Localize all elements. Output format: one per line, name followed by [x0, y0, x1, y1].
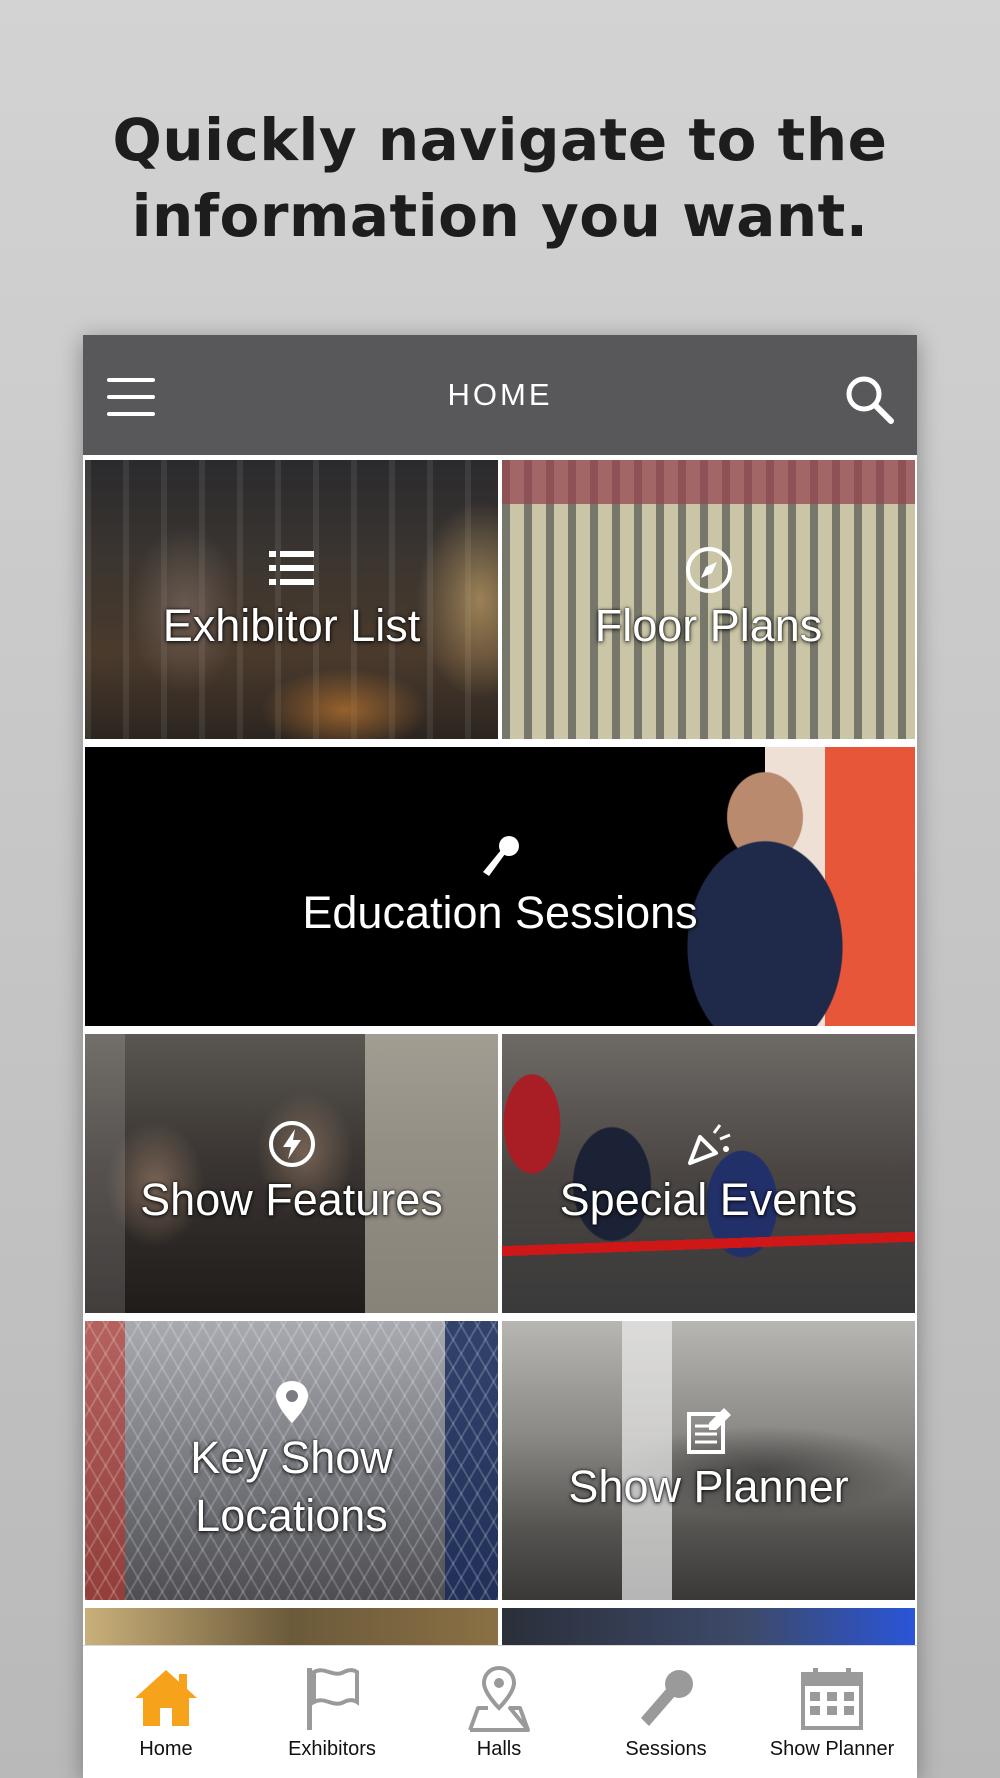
tab-sessions[interactable]: Sessions — [583, 1646, 749, 1778]
tile-show-planner[interactable]: Show Planner — [502, 1321, 915, 1600]
search-icon[interactable] — [843, 373, 895, 425]
home-tile-grid: Exhibitor List Floor Plans Education Ses… — [83, 455, 917, 1778]
lightning-icon — [268, 1120, 315, 1167]
list-icon — [268, 550, 314, 585]
headline-line-1: Quickly navigate to the — [112, 106, 888, 174]
headline-line-2: information you want. — [131, 182, 869, 250]
compass-icon — [685, 546, 732, 593]
calendar-icon — [801, 1668, 863, 1730]
tile-label: Education Sessions — [302, 886, 698, 938]
tile-show-features[interactable]: Show Features — [85, 1034, 498, 1313]
phone-screen: HOME Exhibitor List Floor Plans Educatio… — [83, 335, 917, 1778]
tile-education-sessions[interactable]: Education Sessions — [85, 747, 915, 1026]
headline: Quickly navigate to the information you … — [0, 102, 1000, 254]
tab-home[interactable]: Home — [83, 1646, 249, 1778]
tile-label: Show Features — [140, 1173, 443, 1225]
partial-photo — [502, 1608, 915, 1648]
party-popper-icon — [687, 1123, 731, 1165]
microphone-icon — [641, 1670, 693, 1726]
tile-exhibitor-list[interactable]: Exhibitor List — [85, 460, 498, 739]
partial-photo — [85, 1608, 498, 1648]
tile-special-events[interactable]: Special Events — [502, 1034, 915, 1313]
tile-partial-right[interactable] — [502, 1608, 915, 1648]
tile-label: Floor Plans — [594, 599, 823, 651]
tile-key-show-locations[interactable]: Key Show Locations — [85, 1321, 498, 1600]
tab-label: Exhibitors — [288, 1738, 376, 1760]
map-pin-icon — [275, 1380, 308, 1423]
flag-icon — [307, 1668, 359, 1730]
bottom-tab-bar: Home Exhibitors Halls Sessions Show Plan… — [83, 1645, 917, 1778]
tab-label: Show Planner — [769, 1738, 895, 1760]
microphone-icon — [483, 835, 519, 876]
page-title: HOME — [447, 377, 553, 412]
hamburger-menu-icon[interactable] — [107, 378, 157, 416]
notepad-icon — [686, 1407, 731, 1454]
tile-partial-left[interactable] — [85, 1608, 498, 1648]
app-bar: HOME — [83, 335, 917, 455]
map-marker-icon — [468, 1665, 530, 1732]
tile-floor-plans[interactable]: Floor Plans — [502, 460, 915, 739]
tile-label: Show Planner — [568, 1460, 849, 1512]
tab-label: Halls — [476, 1738, 522, 1760]
home-icon — [135, 1670, 197, 1726]
tile-label: Special Events — [559, 1173, 858, 1225]
tab-label: Sessions — [625, 1738, 707, 1760]
tab-halls[interactable]: Halls — [416, 1646, 582, 1778]
tile-label: Key Show Locations — [190, 1431, 393, 1541]
tab-exhibitors[interactable]: Exhibitors — [249, 1646, 415, 1778]
tile-label: Exhibitor List — [162, 599, 421, 651]
tab-label: Home — [139, 1738, 193, 1760]
tab-show-planner[interactable]: Show Planner — [749, 1646, 915, 1778]
